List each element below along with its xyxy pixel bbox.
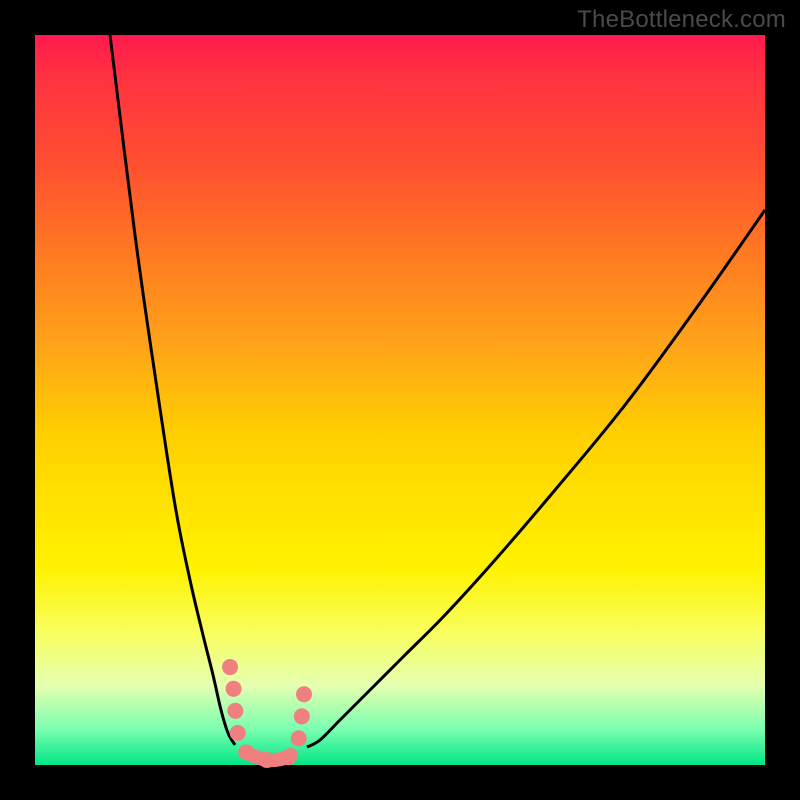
chart-svg <box>35 35 765 765</box>
valley-dot-strip <box>230 667 307 760</box>
valley-connector <box>251 755 291 760</box>
curve-right-branch <box>307 210 765 747</box>
curve-left-branch <box>110 35 235 745</box>
outer-frame: TheBottleneck.com <box>0 0 800 800</box>
chart-plot-area <box>35 35 765 765</box>
watermark-text: TheBottleneck.com <box>577 6 786 34</box>
